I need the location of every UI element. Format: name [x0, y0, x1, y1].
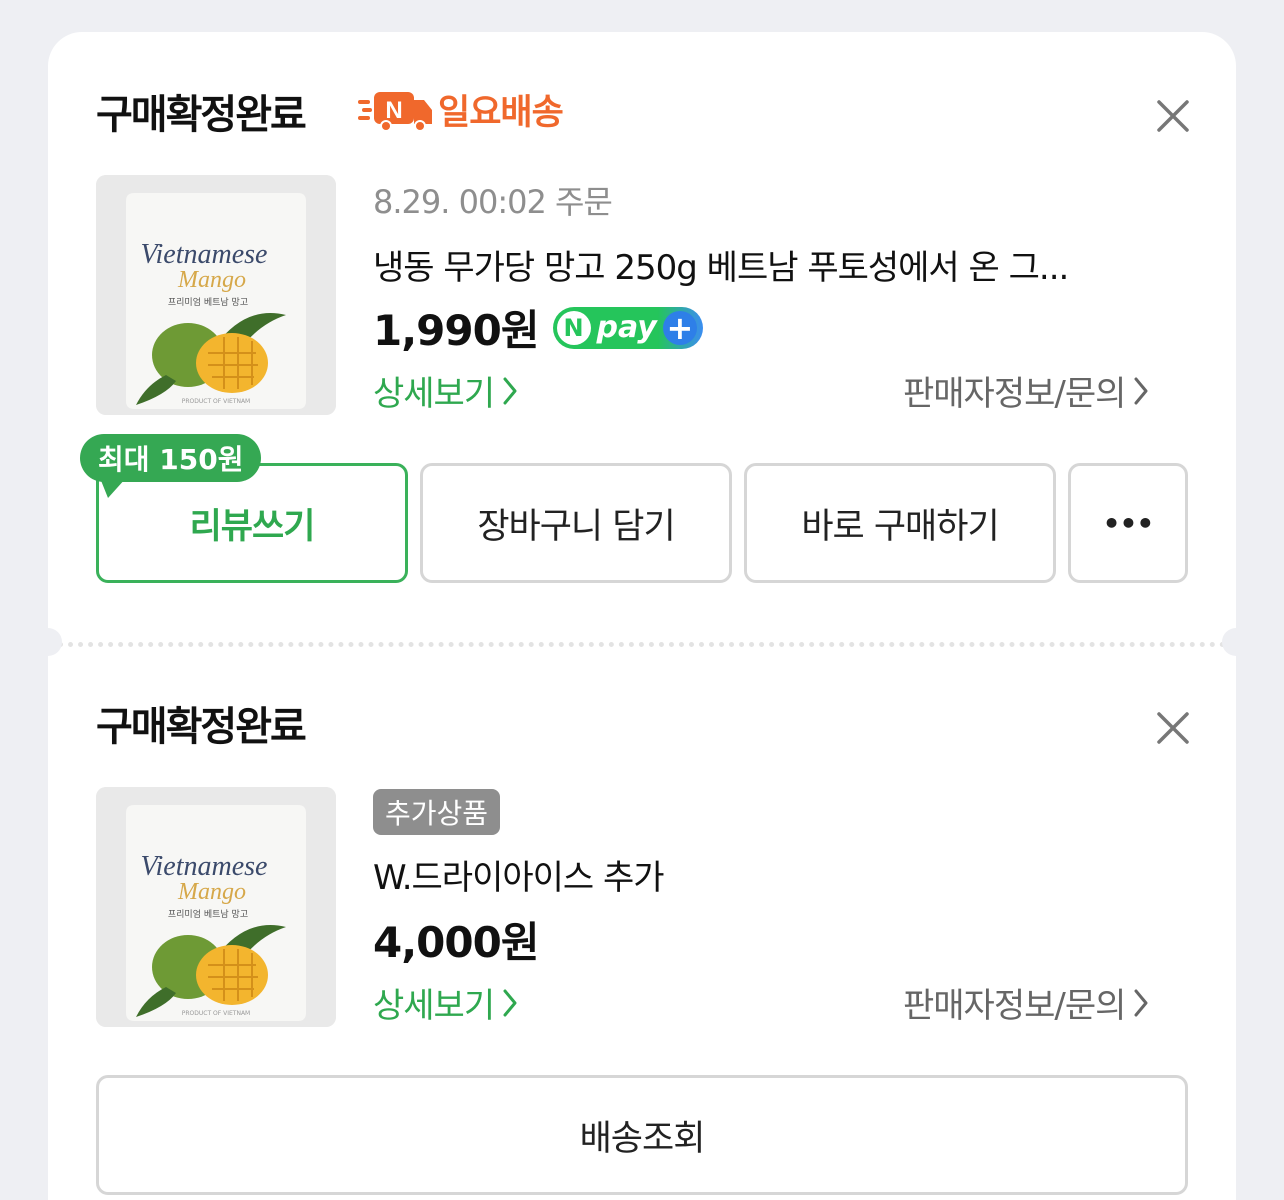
buy-now-button[interactable]: 바로 구매하기 [744, 463, 1056, 583]
track-delivery-button[interactable]: 배송조회 [96, 1075, 1188, 1195]
product-price: 4,000원 [373, 918, 539, 967]
chevron-right-icon [1134, 377, 1148, 404]
npay-label: pay [596, 310, 657, 345]
svg-text:프리미엄 베트남 망고: 프리미엄 베트남 망고 [168, 296, 248, 308]
order-card: 구매확정완료 N 일요배송 Vietnamese Mango 프리미엄 베트남 … [34, 32, 1250, 1200]
review-reward-tooltip: 최대 150원 [80, 434, 262, 498]
svg-text:PRODUCT OF VIETNAM: PRODUCT OF VIETNAM [182, 1010, 250, 1017]
npay-plus-badge: N pay + [552, 306, 703, 349]
chevron-right-icon [503, 377, 517, 404]
order-date: 8.29. 00:02 주문 [373, 183, 613, 221]
divider-notch-right [1222, 628, 1250, 656]
npay-n-icon: N [556, 310, 591, 345]
seller-info-link[interactable]: 판매자정보/문의 [903, 366, 1149, 415]
review-reward-label: 최대 150원 [80, 434, 262, 482]
product-name[interactable]: W.드라이아이스 추가 [373, 850, 1173, 899]
product-name[interactable]: 냉동 무가당 망고 250g 베트남 푸토성에서 온 그... [373, 240, 1173, 289]
svg-text:Vietnamese: Vietnamese [141, 239, 268, 270]
seller-info-label: 판매자정보/문의 [903, 986, 1126, 1026]
close-icon[interactable] [1153, 96, 1193, 136]
mango-package-image: Vietnamese Mango 프리미엄 베트남 망고 PRODUCT OF … [96, 175, 336, 415]
divider-notch-left [34, 628, 62, 656]
product-thumbnail[interactable]: Vietnamese Mango 프리미엄 베트남 망고 PRODUCT OF … [96, 787, 336, 1027]
product-thumbnail[interactable]: Vietnamese Mango 프리미엄 베트남 망고 PRODUCT OF … [96, 175, 336, 415]
mango-package-image: Vietnamese Mango 프리미엄 베트남 망고 PRODUCT OF … [96, 787, 336, 1027]
detail-link-label: 상세보기 [373, 374, 495, 414]
tooltip-tail [100, 478, 126, 498]
plus-icon: + [662, 310, 697, 345]
svg-text:프리미엄 베트남 망고: 프리미엄 베트남 망고 [168, 908, 248, 920]
svg-text:Mango: Mango [177, 267, 246, 293]
price-row: 1,990원 N pay + [373, 297, 703, 358]
svg-text:PRODUCT OF VIETNAM: PRODUCT OF VIETNAM [182, 398, 250, 405]
order-status: 구매확정완료 [96, 92, 307, 138]
close-icon[interactable] [1153, 708, 1193, 748]
chevron-right-icon [503, 989, 517, 1016]
detail-link[interactable]: 상세보기 [373, 978, 518, 1027]
svg-text:Mango: Mango [177, 879, 246, 905]
delivery-n-letter: N [385, 97, 402, 124]
sunday-delivery-badge: N 일요배송 [358, 84, 564, 135]
detail-link[interactable]: 상세보기 [373, 366, 518, 415]
detail-link-label: 상세보기 [373, 986, 495, 1026]
delivery-truck-icon: N [358, 91, 432, 132]
product-price: 1,990원 [373, 306, 539, 355]
svg-text:Vietnamese: Vietnamese [141, 851, 268, 882]
more-options-button[interactable]: ••• [1068, 463, 1188, 583]
sunday-delivery-label: 일요배송 [438, 93, 564, 133]
extra-item-badge: 추가상품 [373, 789, 501, 835]
seller-info-label: 판매자정보/문의 [903, 374, 1126, 414]
order-status: 구매확정완료 [96, 704, 307, 750]
seller-info-link[interactable]: 판매자정보/문의 [903, 978, 1149, 1027]
chevron-right-icon [1134, 989, 1148, 1016]
order-divider [48, 642, 1236, 647]
add-to-cart-button[interactable]: 장바구니 담기 [420, 463, 732, 583]
